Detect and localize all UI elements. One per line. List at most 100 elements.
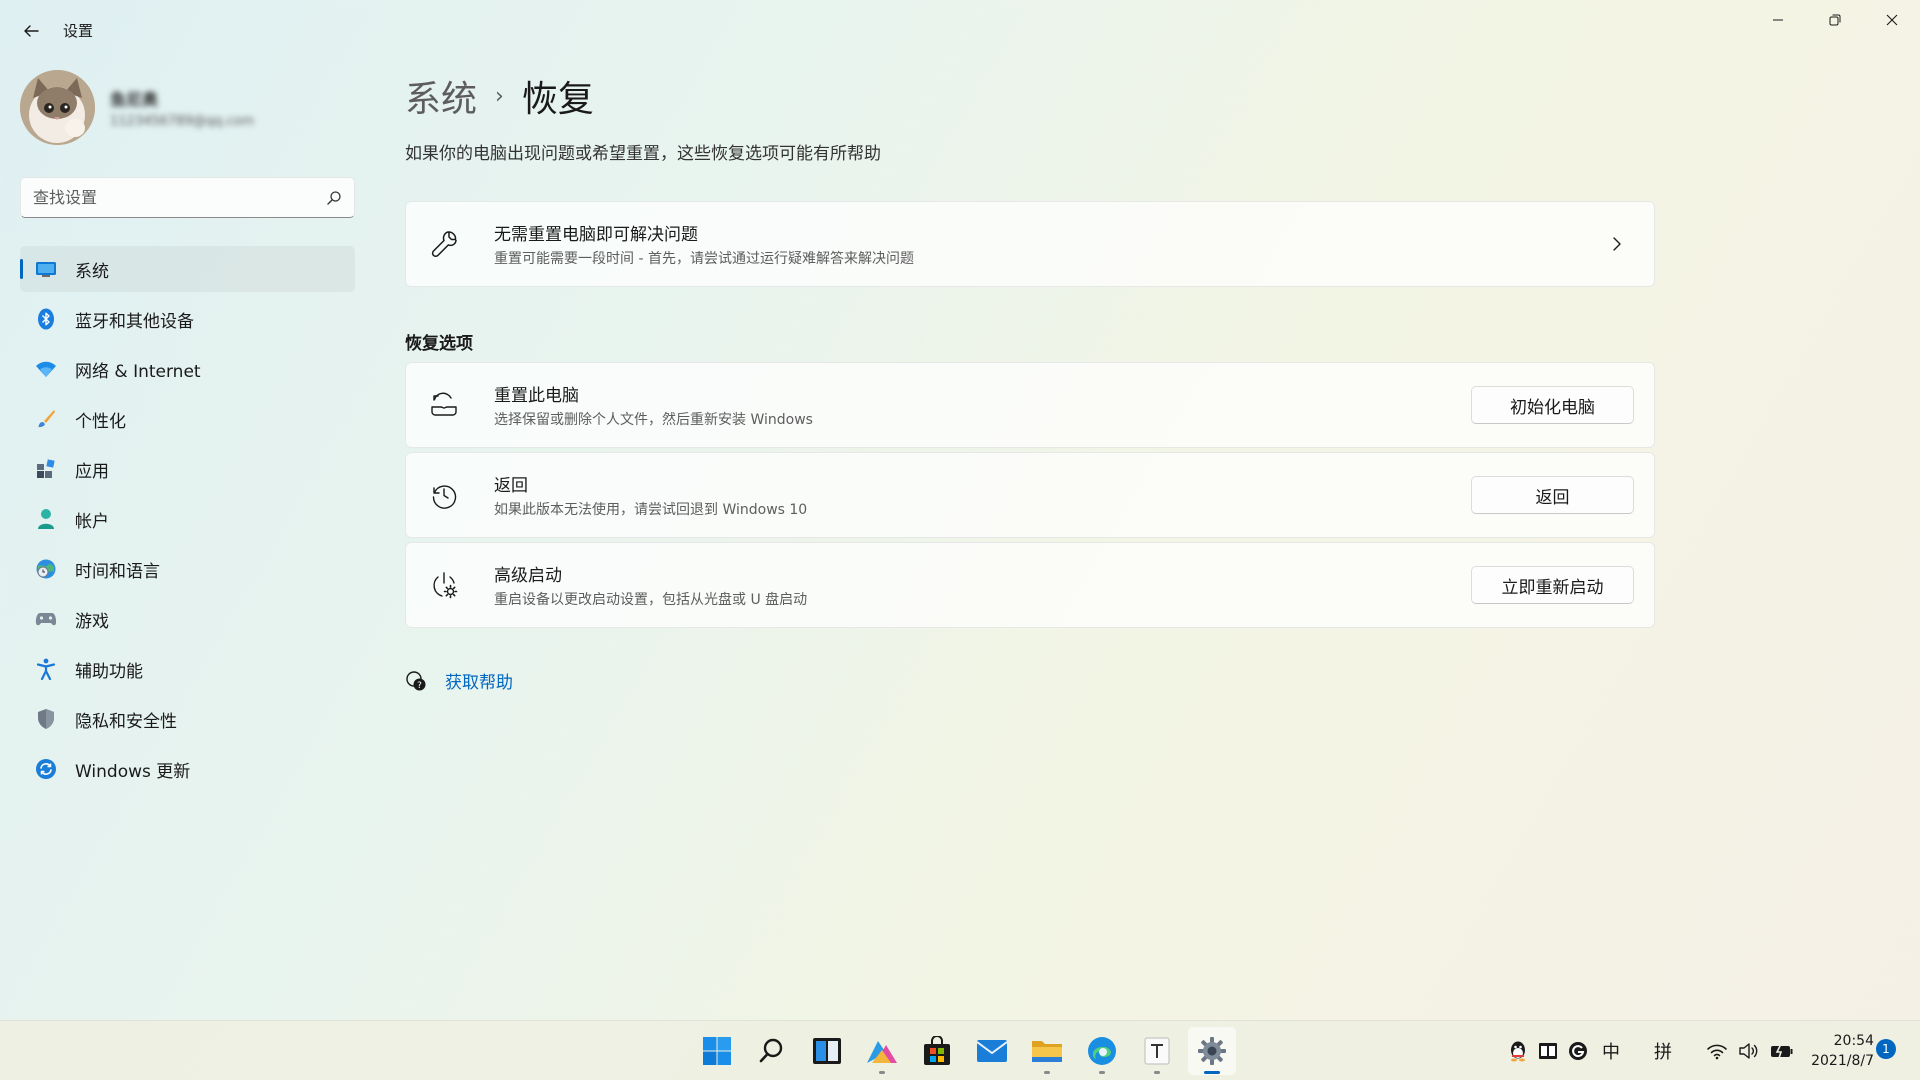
battery-tray-button[interactable] xyxy=(1770,1043,1794,1059)
get-help-label: 获取帮助 xyxy=(445,673,513,693)
clock-time: 20:54 xyxy=(1833,1033,1874,1049)
speaker-icon xyxy=(1739,1043,1758,1059)
sidebar-item-label: 系统 xyxy=(75,261,109,282)
update-icon xyxy=(35,758,57,780)
qq-penguin-icon xyxy=(1511,1041,1525,1062)
sidebar-item-personalization[interactable]: 个性化 xyxy=(20,396,355,442)
restore-button[interactable] xyxy=(1806,0,1863,40)
close-button[interactable] xyxy=(1863,0,1920,40)
book-icon xyxy=(1539,1043,1557,1059)
advanced-startup-desc: 重启设备以更改启动设置，包括从光盘或 U 盘启动 xyxy=(494,592,808,608)
minimize-icon xyxy=(1772,19,1783,21)
go-back-desc: 如果此版本无法使用，请尝试回退到 Windows 10 xyxy=(494,502,808,518)
accessibility-icon xyxy=(35,658,57,680)
taskbar-edge-app[interactable] xyxy=(1078,1027,1126,1075)
wifi-tray-button[interactable] xyxy=(1706,1042,1728,1060)
volume-tray-button[interactable] xyxy=(1738,1042,1760,1060)
history-icon xyxy=(426,477,462,513)
mail-icon xyxy=(976,1040,1008,1062)
get-help-link[interactable]: ? 获取帮助 xyxy=(405,668,513,693)
wifi-icon xyxy=(35,358,57,380)
taskbar-settings-app[interactable] xyxy=(1188,1027,1236,1075)
sidebar-item-privacy[interactable]: 隐私和安全性 xyxy=(20,696,355,742)
troubleshoot-desc: 重置可能需要一段时间 - 首先，请尝试通过运行疑难解答来解决问题 xyxy=(494,251,914,267)
app-title: 设置 xyxy=(63,22,94,40)
search-box[interactable] xyxy=(20,177,355,218)
sidebar-item-label: 隐私和安全性 xyxy=(75,711,177,732)
qq-tray-button[interactable] xyxy=(1508,1040,1528,1062)
widgets-icon xyxy=(813,1038,841,1064)
taskbar-store-app[interactable] xyxy=(913,1027,961,1075)
sidebar-item-label: 时间和语言 xyxy=(75,561,160,582)
sidebar-item-label: 蓝牙和其他设备 xyxy=(75,311,194,332)
search-icon[interactable] xyxy=(326,190,342,206)
search-input[interactable] xyxy=(33,188,326,207)
taskbar-photos-app[interactable] xyxy=(858,1027,906,1075)
windows-logo-icon xyxy=(703,1037,731,1065)
sidebar-item-gaming[interactable]: 游戏 xyxy=(20,596,355,642)
go-back-button[interactable]: 返回 xyxy=(1471,476,1634,514)
advanced-startup-title: 高级启动 xyxy=(494,566,562,586)
breadcrumb: 系统 › 恢复 xyxy=(405,70,594,122)
running-indicator xyxy=(1044,1071,1050,1074)
notification-badge[interactable]: 1 xyxy=(1876,1039,1896,1059)
sidebar-item-label: 辅助功能 xyxy=(75,661,143,682)
taskbar-search-button[interactable] xyxy=(748,1027,796,1075)
sync-tray-button[interactable] xyxy=(1568,1041,1588,1061)
text-editor-icon xyxy=(1144,1037,1170,1065)
sidebar-item-label: 帐户 xyxy=(75,511,109,532)
close-icon xyxy=(1886,14,1897,26)
folder-icon xyxy=(1032,1041,1062,1062)
ime-mode-indicator[interactable]: 拼 xyxy=(1654,1038,1672,1064)
profile-name: 鱼尼奥 xyxy=(110,90,159,109)
reader-tray-button[interactable] xyxy=(1538,1042,1558,1060)
edge-browser-icon xyxy=(1088,1037,1116,1065)
bluetooth-icon xyxy=(35,308,57,330)
sidebar-item-time-language[interactable]: 时间和语言 xyxy=(20,546,355,592)
person-icon xyxy=(35,508,57,530)
go-back-card: 返回 如果此版本无法使用，请尝试回退到 Windows 10 返回 xyxy=(405,452,1655,538)
minimize-button[interactable] xyxy=(1749,0,1806,40)
window-controls xyxy=(1749,0,1920,40)
title-bar: 设置 xyxy=(0,0,1920,60)
taskbar-typora-app[interactable] xyxy=(1133,1027,1181,1075)
ime-language-indicator[interactable]: 中 xyxy=(1602,1038,1620,1064)
back-button[interactable] xyxy=(16,16,46,46)
taskbar-explorer-app[interactable] xyxy=(1023,1027,1071,1075)
cat-avatar-icon xyxy=(20,70,95,145)
troubleshoot-card[interactable]: 无需重置电脑即可解决问题 重置可能需要一段时间 - 首先，请尝试通过运行疑难解答… xyxy=(405,201,1655,287)
start-button[interactable] xyxy=(693,1027,741,1075)
chevron-right-icon[interactable] xyxy=(1602,236,1632,252)
taskbar-clock[interactable]: 20:54 2021/8/7 xyxy=(1800,1031,1874,1071)
reset-pc-desc: 选择保留或删除个人文件，然后重新安装 Windows xyxy=(494,412,813,428)
help-chat-icon: ? xyxy=(406,670,426,691)
shield-icon xyxy=(35,708,57,730)
taskbar-widgets-button[interactable] xyxy=(803,1027,851,1075)
sidebar-item-windows-update[interactable]: Windows 更新 xyxy=(20,746,355,792)
user-profile[interactable]: 鱼尼奥 1123456789@qq.com xyxy=(20,70,254,145)
sidebar-item-apps[interactable]: 应用 xyxy=(20,446,355,492)
sidebar-item-accounts[interactable]: 帐户 xyxy=(20,496,355,542)
reset-pc-card: 重置此电脑 选择保留或删除个人文件，然后重新安装 Windows 初始化电脑 xyxy=(405,362,1655,448)
taskbar-mail-app[interactable] xyxy=(968,1027,1016,1075)
apps-icon xyxy=(35,458,57,480)
sidebar-item-label: 应用 xyxy=(75,461,109,482)
page-subtitle: 如果你的电脑出现问题或希望重置，这些恢复选项可能有所帮助 xyxy=(405,144,881,164)
section-title: 恢复选项 xyxy=(405,334,473,354)
sidebar-item-label: 个性化 xyxy=(75,411,126,432)
breadcrumb-parent[interactable]: 系统 xyxy=(405,70,477,122)
sidebar-item-accessibility[interactable]: 辅助功能 xyxy=(20,646,355,692)
sidebar-item-bluetooth[interactable]: 蓝牙和其他设备 xyxy=(20,296,355,342)
running-indicator xyxy=(1099,1071,1105,1074)
troubleshoot-title: 无需重置电脑即可解决问题 xyxy=(494,225,698,245)
monitor-icon xyxy=(35,258,57,280)
search-icon xyxy=(759,1038,783,1063)
mountain-app-icon xyxy=(867,1041,897,1063)
restart-now-button[interactable]: 立即重新启动 xyxy=(1471,566,1634,604)
sidebar-item-label: 网络 & Internet xyxy=(75,361,201,382)
sidebar-item-system[interactable]: 系统 xyxy=(20,246,355,292)
sidebar-item-network[interactable]: 网络 & Internet xyxy=(20,346,355,392)
profile-email: 1123456789@qq.com xyxy=(110,114,255,129)
globe-clock-icon xyxy=(35,558,57,580)
reset-pc-button[interactable]: 初始化电脑 xyxy=(1471,386,1634,424)
